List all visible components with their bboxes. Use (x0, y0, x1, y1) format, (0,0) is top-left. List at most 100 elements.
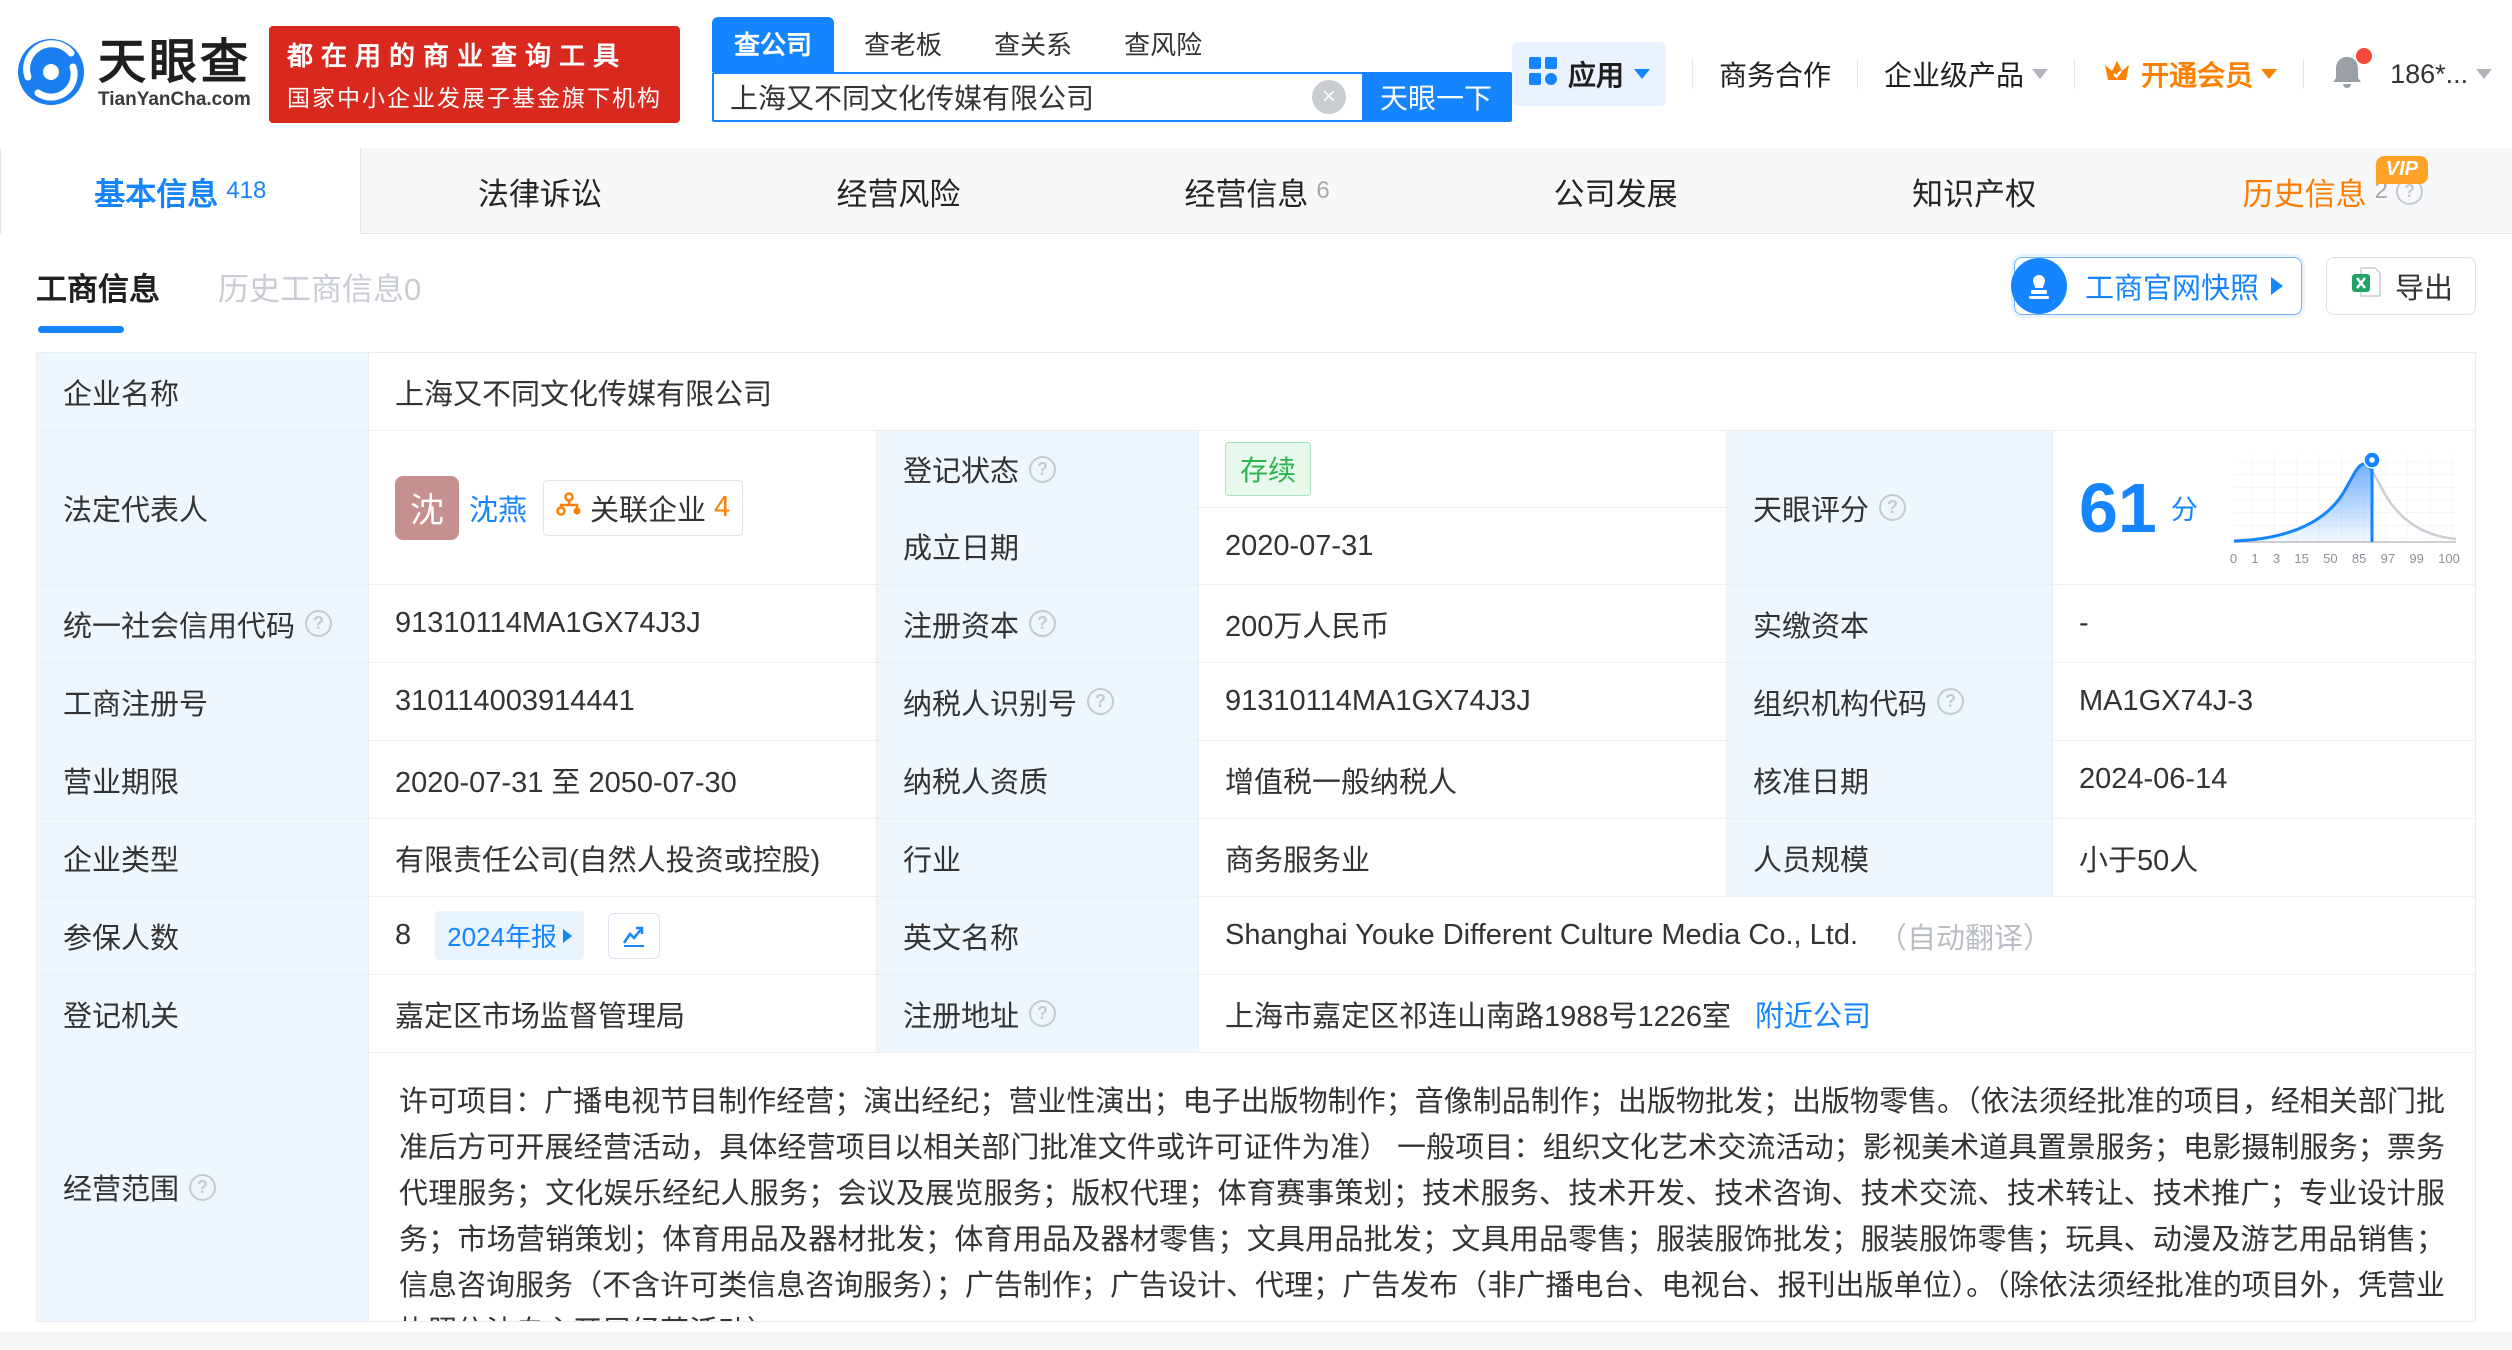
vip-badge: VIP (2375, 156, 2429, 184)
value-business-term: 2020-07-31 至 2050-07-30 (369, 741, 877, 819)
label-business-scope: 经营范围 ? (37, 1053, 369, 1321)
search-box: × 天眼一下 (712, 72, 1513, 122)
tab-operation-risk[interactable]: 经营风险 (719, 148, 1078, 234)
clear-icon[interactable]: × (1312, 80, 1347, 114)
help-icon[interactable]: ? (1029, 455, 1057, 483)
label-business-term: 营业期限 (37, 741, 369, 819)
label-legal-rep: 法定代表人 (37, 431, 369, 585)
account-phone-label: 186*... (2390, 58, 2469, 89)
chevron-down-icon (2476, 69, 2493, 79)
label-text: 参保人数 (63, 922, 180, 955)
score-value: 61 (2079, 468, 2157, 547)
top-header: 天眼查 TianYanCha.com 都在用的商业查询工具 国家中小企业发展子基… (0, 0, 2512, 148)
help-icon[interactable]: ? (189, 1173, 217, 1201)
nav-vip[interactable]: 开通会员 (2101, 54, 2278, 94)
tab-label: 法律诉讼 (477, 176, 602, 212)
search-tab-boss[interactable]: 查老板 (842, 17, 964, 72)
insured-trend-button[interactable] (607, 912, 660, 959)
axis-tick: 99 (2409, 551, 2424, 566)
search-tab-relation[interactable]: 查关系 (972, 17, 1094, 72)
legal-rep-avatar[interactable]: 沈 (395, 475, 459, 540)
tab-label: 历史信息 (2242, 176, 2367, 212)
account-phone[interactable]: 186*... (2390, 58, 2493, 90)
search-input[interactable] (714, 74, 1363, 120)
label-english-name: 英文名称 (877, 897, 1199, 975)
tab-basic-info[interactable]: 基本信息 418 (0, 148, 361, 234)
related-companies-label: 关联企业 (590, 494, 707, 527)
arrow-right-icon (2270, 277, 2283, 295)
divider (2074, 59, 2076, 89)
business-term-text: 2020-07-31 至 2050-07-30 (395, 766, 737, 799)
official-snapshot-button[interactable]: 工商官网快照 (2010, 257, 2302, 315)
label-approval-date: 核准日期 (1727, 741, 2053, 819)
label-text: 注册资本 (903, 610, 1020, 643)
subtab-business-info[interactable]: 工商信息 (36, 264, 160, 333)
label-company-type: 企业类型 (37, 819, 369, 897)
tab-legal[interactable]: 法律诉讼 (361, 148, 720, 234)
reg-address-text: 上海市嘉定区祁连山南路1988号1226室 (1225, 1000, 1732, 1033)
value-taxpayer-quality: 增值税一般纳税人 (1199, 741, 1727, 819)
help-icon[interactable]: ? (1029, 1000, 1057, 1027)
legal-rep-name-link[interactable]: 沈燕 (469, 487, 527, 529)
tianyancha-logo[interactable]: 天眼查 TianYanCha.com (16, 37, 251, 112)
help-icon[interactable]: ? (1029, 610, 1057, 637)
english-name-text: Shanghai Youke Different Culture Media C… (1225, 919, 1859, 951)
tab-company-development[interactable]: 公司发展 (1436, 148, 1795, 234)
help-icon[interactable]: ? (1087, 688, 1115, 715)
axis-tick: 3 (2272, 551, 2281, 566)
label-text: 核准日期 (1753, 766, 1870, 799)
divider (1692, 59, 1694, 89)
label-insured-count: 参保人数 (37, 897, 369, 975)
nearby-companies-link[interactable]: 附近公司 (1755, 993, 1871, 1035)
official-snapshot-label: 工商官网快照 (2084, 273, 2259, 305)
crown-icon (2101, 56, 2133, 93)
value-score: 61 分 0 1 3 15 50 85 97 99 100 (2053, 431, 2475, 585)
notification-bell[interactable] (2330, 47, 2373, 95)
tab-operation-info[interactable]: 经营信息 6 (1078, 148, 1437, 234)
excel-icon (2349, 265, 2383, 307)
label-credit-code: 统一社会信用代码 ? (37, 585, 369, 663)
value-business-scope: 许可项目：广播电视节目制作经营；演出经纪；营业性演出；电子出版物制作；音像制品制… (369, 1053, 2475, 1321)
export-button[interactable]: 导出 (2325, 257, 2476, 315)
label-reg-status: 登记状态 ? (877, 431, 1199, 508)
help-icon[interactable]: ? (1879, 494, 1907, 521)
label-reg-number: 工商注册号 (37, 663, 369, 741)
nav-enterprise[interactable]: 企业级产品 (1884, 54, 2049, 94)
label-industry: 行业 (877, 819, 1199, 897)
search-button[interactable]: 天眼一下 (1362, 74, 1511, 120)
label-text: 法定代表人 (63, 494, 209, 527)
chevron-down-icon (1634, 69, 1651, 79)
logo-subtitle: TianYanCha.com (98, 89, 251, 111)
label-text: 纳税人识别号 (903, 688, 1078, 721)
org-chart-icon (556, 491, 582, 525)
annual-report-chip[interactable]: 2024年报 (435, 911, 584, 960)
help-icon[interactable]: ? (1937, 688, 1965, 715)
value-paid-capital: - (2053, 585, 2475, 663)
nav-apps[interactable]: 应用 (1512, 42, 1667, 106)
tab-intellectual-property[interactable]: 知识产权 (1795, 148, 2154, 234)
chevron-down-icon (2032, 69, 2049, 79)
label-text: 注册地址 (903, 1000, 1020, 1033)
divider (1857, 59, 1859, 89)
apps-grid-icon (1528, 56, 1558, 93)
paid-capital-text: - (2079, 607, 2089, 639)
search-tab-company[interactable]: 查公司 (712, 17, 835, 72)
value-english-name: Shanghai Youke Different Culture Media C… (1199, 897, 2475, 975)
related-companies-chip[interactable]: 关联企业 4 (543, 479, 744, 536)
search-tabs: 查公司 查老板 查关系 查风险 (712, 17, 1512, 72)
value-company-type: 有限责任公司(自然人投资或控股) (369, 819, 877, 897)
industry-text: 商务服务业 (1225, 844, 1371, 877)
subtab-history-business-info[interactable]: 历史工商信息0 (218, 264, 421, 309)
tab-history-info[interactable]: 历史信息 2 ? VIP (2153, 148, 2512, 234)
search-tab-risk[interactable]: 查风险 (1102, 17, 1224, 72)
tianyancha-logo-icon (16, 37, 86, 112)
tab-count: 418 (226, 177, 267, 204)
label-text: 行业 (903, 844, 962, 877)
nav-enterprise-label: 企业级产品 (1884, 60, 2025, 91)
help-icon[interactable]: ? (305, 610, 333, 637)
label-company-name: 企业名称 (37, 353, 369, 431)
label-text: 登记状态 (903, 456, 1020, 488)
nav-biz-coop[interactable]: 商务合作 (1719, 54, 1831, 94)
search-area: 查公司 查老板 查关系 查风险 × 天眼一下 (712, 17, 1513, 122)
label-reg-authority: 登记机关 (37, 975, 369, 1053)
